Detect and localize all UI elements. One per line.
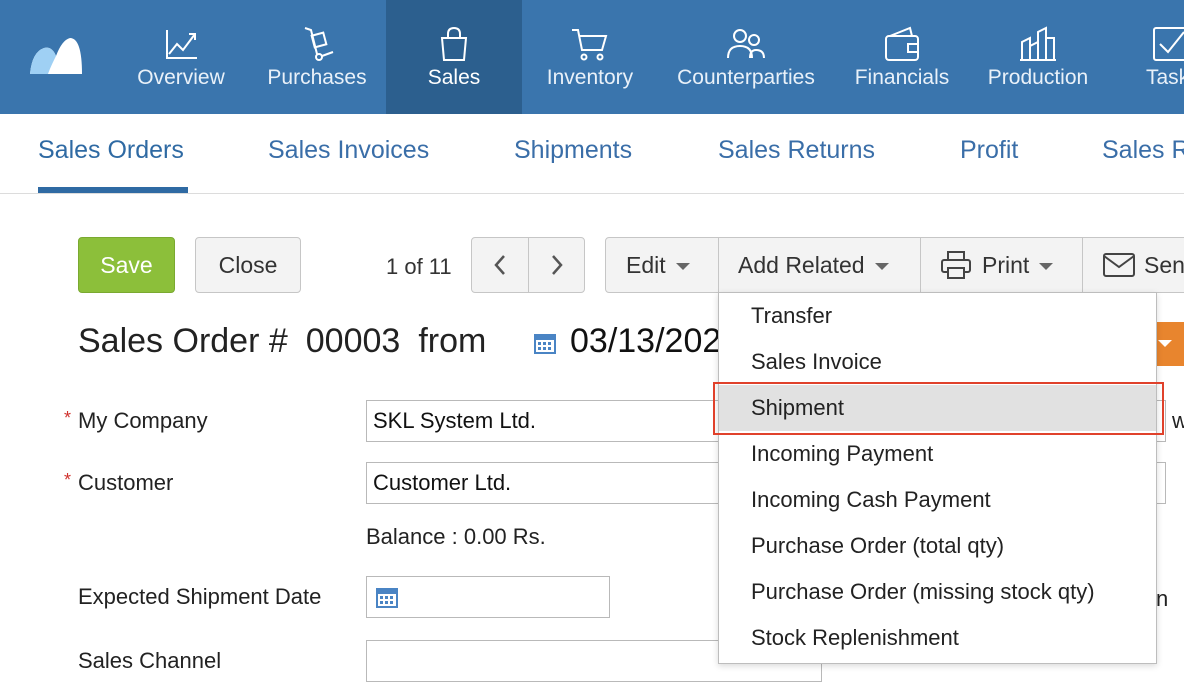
group-divider — [718, 238, 719, 292]
nav-tasks[interactable]: Tasks — [1120, 0, 1184, 114]
tab-sales-orders[interactable]: Sales Orders — [38, 136, 184, 165]
people-icon — [727, 29, 765, 59]
action-button-group: Edit Add Related Print Sen — [605, 237, 1184, 293]
previous-button[interactable] — [472, 238, 528, 292]
menu-item-stock-replenishment[interactable]: Stock Replenishment — [719, 615, 1156, 661]
caret-down-icon — [675, 262, 690, 270]
order-date[interactable]: 03/13/2021 — [570, 322, 720, 361]
customer-label: Customer — [78, 470, 174, 495]
nav-production-label: Production — [987, 66, 1089, 89]
nav-financials[interactable]: Financials — [844, 0, 960, 114]
next-button[interactable] — [529, 238, 585, 292]
calendar-icon[interactable] — [375, 585, 399, 609]
checkbox-icon — [1153, 27, 1184, 61]
group-divider — [1082, 238, 1083, 292]
pager-text: 1 of 11 — [386, 254, 452, 279]
send-label: Sen — [1144, 251, 1184, 278]
order-number: 00003 — [305, 322, 401, 360]
truncated-text: w — [1172, 408, 1184, 433]
send-button[interactable]: Sen — [1102, 238, 1184, 292]
add-related-button[interactable]: Add Related — [738, 238, 889, 292]
nav-overview[interactable]: Overview — [124, 0, 238, 114]
from-text: from — [418, 322, 487, 360]
group-divider — [920, 238, 921, 292]
caret-down-icon — [1039, 262, 1054, 270]
nav-sales-label: Sales — [427, 66, 481, 89]
balance-text: Balance : 0.00 Rs. — [366, 524, 546, 549]
menu-item-incoming-cash-payment[interactable]: Incoming Cash Payment — [719, 477, 1156, 523]
shopping-bag-icon — [440, 26, 468, 61]
nav-overview-label: Overview — [137, 66, 225, 89]
my-company-label: My Company — [78, 408, 208, 433]
page-title: Sales Order # 00003 from — [78, 322, 504, 361]
sales-channel-label: Sales Channel — [78, 648, 222, 673]
close-button[interactable]: Close — [195, 237, 301, 293]
menu-item-purchase-order-missing[interactable]: Purchase Order (missing stock qty) — [719, 569, 1156, 615]
menu-item-incoming-payment[interactable]: Incoming Payment — [719, 431, 1156, 477]
envelope-icon — [1103, 253, 1135, 277]
tab-profit[interactable]: Profit — [960, 136, 1018, 165]
top-navigation: Overview Purchases Sales Inventory Count… — [0, 0, 1184, 114]
nav-inventory[interactable]: Inventory — [530, 0, 650, 114]
printer-icon — [941, 251, 971, 279]
nav-counterparties-label: Counterparties — [677, 66, 815, 89]
chevron-left-icon — [494, 255, 505, 275]
tab-shipments[interactable]: Shipments — [514, 136, 632, 165]
required-marker: * — [64, 408, 72, 428]
required-marker: * — [64, 470, 72, 490]
cart-icon — [572, 29, 608, 61]
calendar-icon[interactable] — [533, 331, 557, 355]
factory-icon — [1020, 26, 1056, 61]
save-button[interactable]: Save — [78, 237, 175, 293]
app-logo-icon[interactable] — [28, 34, 84, 76]
menu-item-transfer[interactable]: Transfer — [719, 293, 1156, 339]
edit-label: Edit — [626, 251, 666, 278]
highlight-annotation — [713, 382, 1164, 435]
expected-shipment-field[interactable] — [366, 576, 610, 618]
nav-production[interactable]: Production — [976, 0, 1100, 114]
nav-tasks-label: Tasks — [1146, 66, 1184, 89]
caret-down-icon — [1158, 340, 1172, 347]
caret-down-icon — [874, 262, 889, 270]
pager — [471, 237, 585, 293]
nav-counterparties[interactable]: Counterparties — [666, 0, 826, 114]
nav-financials-label: Financials — [854, 66, 950, 89]
active-tab-indicator — [38, 187, 188, 193]
title-text: Sales Order # — [78, 322, 288, 360]
nav-inventory-label: Inventory — [546, 66, 634, 89]
tab-sales-returns[interactable]: Sales Returns — [718, 136, 875, 165]
truncated-text: n — [1156, 586, 1169, 611]
print-label: Print — [982, 251, 1030, 278]
print-button[interactable]: Print — [940, 238, 1054, 292]
chart-line-icon — [166, 30, 197, 59]
sub-navigation: Sales Orders Sales Invoices Shipments Sa… — [0, 114, 1184, 194]
add-related-menu: Transfer Sales Invoice Shipment Incoming… — [718, 292, 1157, 664]
wallet-icon — [885, 26, 919, 61]
add-related-label: Add Related — [738, 251, 865, 278]
nav-purchases[interactable]: Purchases — [252, 0, 382, 114]
tab-sales-invoices[interactable]: Sales Invoices — [268, 136, 429, 165]
edit-button[interactable]: Edit — [626, 238, 690, 292]
menu-item-purchase-order-total[interactable]: Purchase Order (total qty) — [719, 523, 1156, 569]
tab-sales-r[interactable]: Sales R — [1102, 136, 1184, 165]
nav-sales[interactable]: Sales — [386, 0, 522, 114]
nav-purchases-label: Purchases — [267, 66, 367, 89]
hand-truck-icon — [304, 27, 334, 61]
chevron-right-icon — [552, 255, 563, 275]
expected-shipment-label: Expected Shipment Date — [78, 584, 322, 609]
menu-item-sales-invoice[interactable]: Sales Invoice — [719, 339, 1156, 385]
